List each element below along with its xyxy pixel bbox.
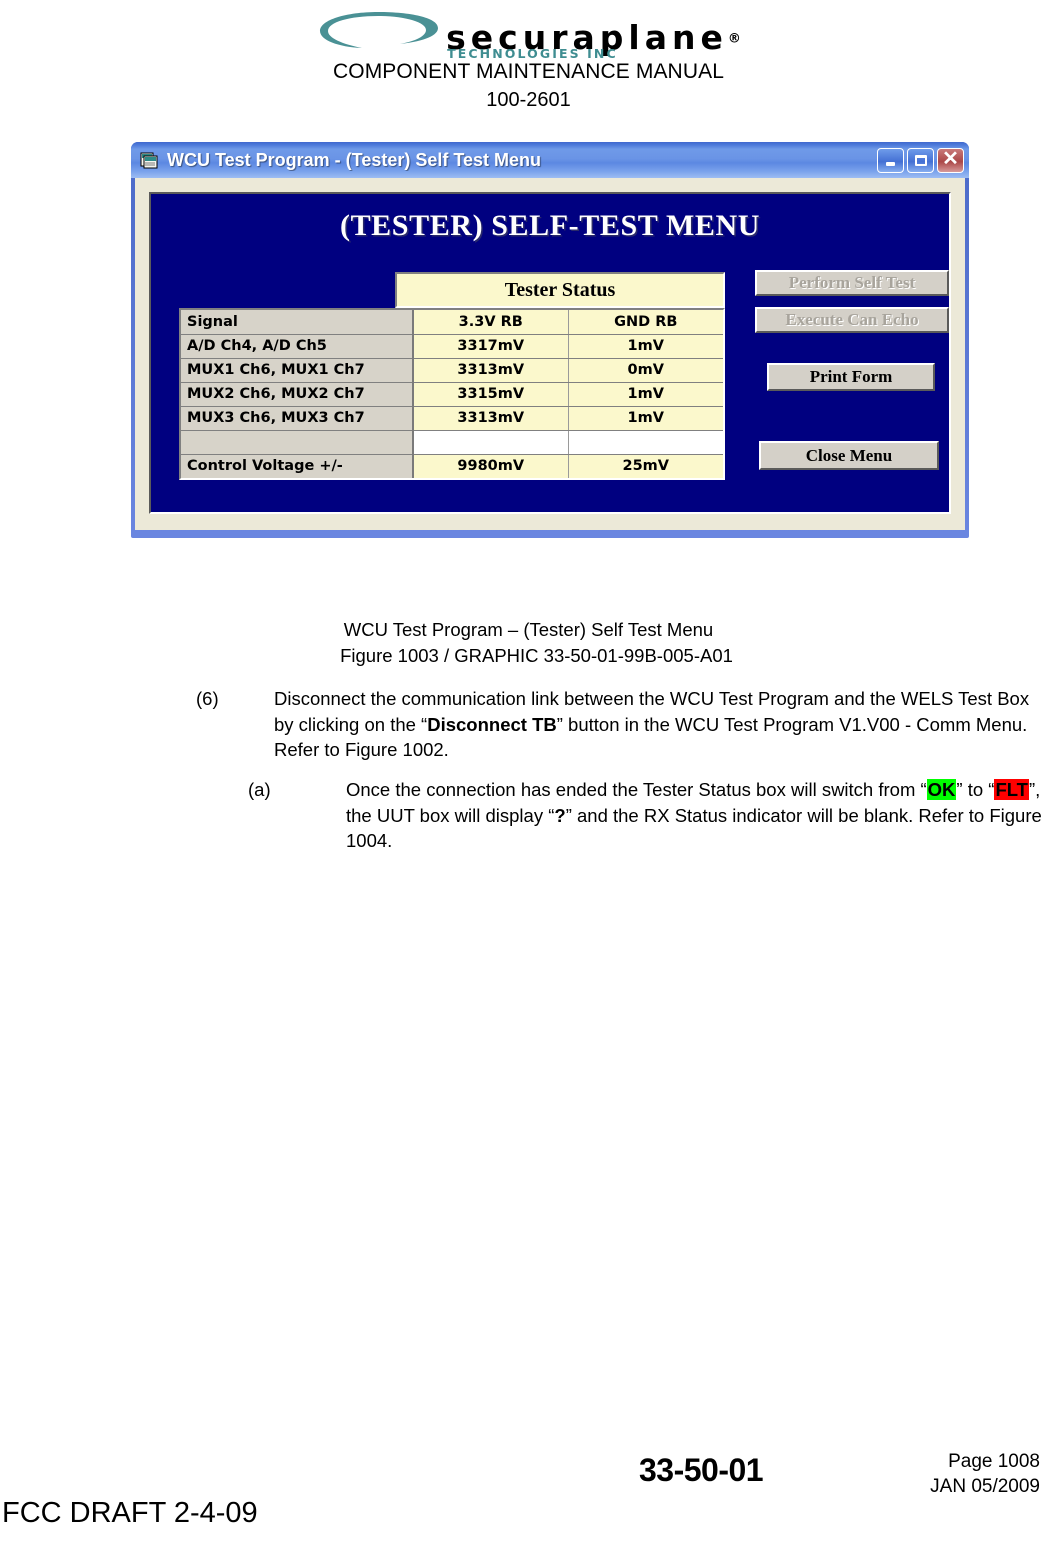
tester-status-header: Tester Status	[395, 272, 725, 308]
col-header-signal: Signal	[181, 310, 414, 335]
table-row: MUX3 Ch6, MUX3 Ch7 3313mV 1mV	[181, 406, 723, 431]
table-row: Control Voltage +/- 9980mV 25mV	[181, 454, 723, 478]
window-titlebar[interactable]: WCU Test Program - (Tester) Self Test Me…	[131, 142, 969, 178]
row-label: MUX1 Ch6, MUX1 Ch7	[181, 358, 414, 383]
row-label: A/D Ch4, A/D Ch5	[181, 334, 414, 359]
table-body: Signal 3.3V RB GND RB A/D Ch4, A/D Ch5 3…	[181, 310, 723, 478]
row-value-3v3rb: 3313mV	[413, 406, 569, 431]
step-6a-text-part1: Once the connection has ended the Tester…	[346, 779, 927, 800]
disconnect-tb-emphasis: Disconnect TB	[427, 713, 557, 735]
figure-caption-line1: WCU Test Program – (Tester) Self Test Me…	[343, 619, 714, 640]
row-value-gndrb: 1mV	[568, 406, 723, 431]
figure-caption: WCU Test Program – (Tester) Self Test Me…	[0, 617, 1057, 669]
registered-mark-icon: ®	[727, 31, 741, 47]
row-value-3v3rb: 3315mV	[413, 382, 569, 407]
maximize-button[interactable]	[907, 147, 934, 173]
status-badge-ok: OK	[926, 779, 957, 800]
swoosh-logo-icon	[320, 12, 439, 48]
window-controls: ✕	[877, 147, 964, 173]
table-row: MUX2 Ch6, MUX2 Ch7 3315mV 1mV	[181, 382, 723, 407]
footer-date: JAN 05/2009	[930, 1476, 1040, 1497]
panel-title: (TESTER) SELF-TEST MENU	[339, 209, 760, 242]
row-value-3v3rb: 9980mV	[413, 454, 569, 478]
manual-number: 100-2601	[486, 89, 571, 111]
step-6a-text-part2: ” to “	[956, 779, 995, 800]
page-header: securaplane® TECHNOLOGIES INC COMPONENT …	[0, 0, 1057, 112]
row-label: MUX3 Ch6, MUX3 Ch7	[181, 406, 414, 431]
question-mark-emphasis: ?	[554, 804, 566, 826]
self-test-panel: (TESTER) SELF-TEST MENU Tester Status Si…	[149, 192, 951, 514]
action-button-column: Perform Self Test Execute Can Echo Print…	[755, 270, 949, 470]
step-6-text: Disconnect the communication link betwee…	[274, 686, 1044, 763]
maximize-icon	[914, 154, 927, 166]
minimize-icon	[886, 162, 895, 166]
window-title: WCU Test Program - (Tester) Self Test Me…	[167, 149, 542, 170]
print-form-button[interactable]: Print Form	[767, 363, 935, 391]
step-6-paragraph: (6) Disconnect the communication link be…	[196, 686, 1044, 763]
row-value-gndrb: 1mV	[568, 382, 723, 407]
status-badge-flt: FLT	[994, 779, 1029, 800]
minimize-button[interactable]	[877, 147, 904, 173]
footer-ata-number: 33-50-01	[639, 1452, 764, 1488]
table-row: MUX1 Ch6, MUX1 Ch7 3313mV 0mV	[181, 358, 723, 383]
tester-status-table: Signal 3.3V RB GND RB A/D Ch4, A/D Ch5 3…	[179, 308, 725, 480]
window-body: (TESTER) SELF-TEST MENU Tester Status Si…	[135, 178, 965, 530]
execute-can-echo-button[interactable]: Execute Can Echo	[755, 307, 949, 333]
footer-page-number: Page 1008	[948, 1451, 1040, 1472]
footer-draft-stamp: FCC DRAFT 2-4-09	[2, 1497, 258, 1529]
manual-title: COMPONENT MAINTENANCE MANUAL	[333, 60, 724, 83]
brand-lockup: securaplane® TECHNOLOGIES INC	[0, 0, 1057, 60]
step-6-marker: (6)	[196, 688, 219, 709]
row-value-3v3rb: 3313mV	[413, 358, 569, 383]
row-label	[181, 430, 414, 455]
step-6a-marker: (a)	[248, 779, 271, 800]
brand-text: securaplane® TECHNOLOGIES INC	[446, 21, 741, 60]
figure-caption-line2: Figure 1003 / GRAPHIC 33-50-01-99B-005-A…	[340, 645, 733, 666]
close-menu-button[interactable]: Close Menu	[759, 441, 939, 470]
brand-subtitle: TECHNOLOGIES INC	[447, 46, 618, 61]
col-header-gndrb: GND RB	[568, 310, 723, 335]
row-label: MUX2 Ch6, MUX2 Ch7	[181, 382, 414, 407]
step-6a-text: Once the connection has ended the Tester…	[346, 777, 1048, 854]
row-value-3v3rb	[413, 430, 569, 455]
table-row-blank	[181, 430, 723, 455]
close-icon: ✕	[942, 148, 959, 170]
row-value-gndrb: 25mV	[568, 454, 723, 478]
form-document-icon	[140, 152, 158, 169]
close-button[interactable]: ✕	[937, 147, 964, 173]
step-6a-paragraph: (a) Once the connection has ended the Te…	[248, 777, 1048, 854]
perform-self-test-button[interactable]: Perform Self Test	[755, 270, 949, 296]
col-header-3v3rb: 3.3V RB	[413, 310, 569, 335]
table-header-row: Signal 3.3V RB GND RB	[181, 310, 723, 335]
footer-page-block: Page 1008 JAN 05/2009	[900, 1449, 1040, 1499]
row-value-gndrb: 0mV	[568, 358, 723, 383]
table-row: A/D Ch4, A/D Ch5 3317mV 1mV	[181, 334, 723, 359]
row-label: Control Voltage +/-	[181, 454, 414, 478]
row-value-3v3rb: 3317mV	[413, 334, 569, 359]
row-value-gndrb	[568, 430, 723, 455]
wcu-test-program-window[interactable]: WCU Test Program - (Tester) Self Test Me…	[131, 142, 969, 538]
row-value-gndrb: 1mV	[568, 334, 723, 359]
